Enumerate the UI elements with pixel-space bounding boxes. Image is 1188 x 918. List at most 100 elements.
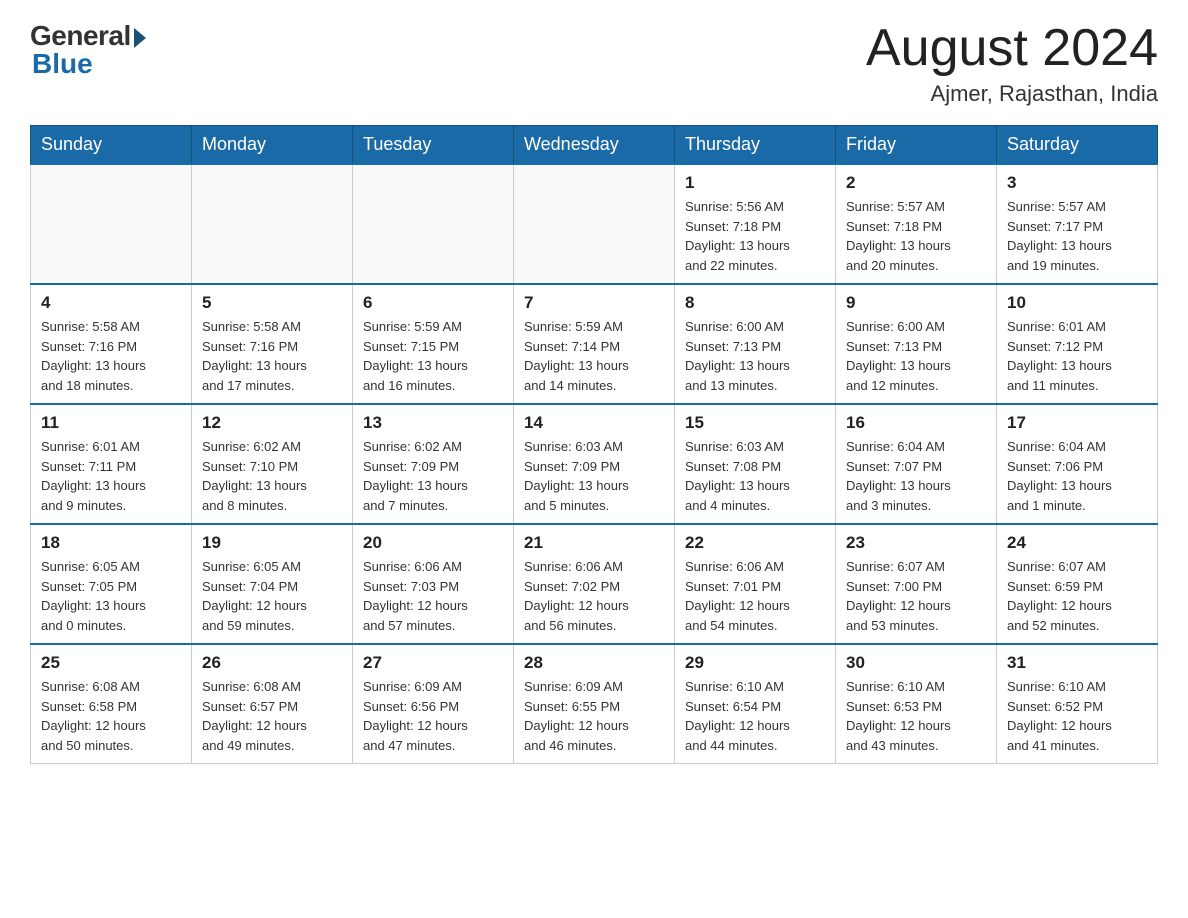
- calendar-cell: 5 Sunrise: 5:58 AMSunset: 7:16 PMDaylight…: [192, 284, 353, 404]
- day-info: Sunrise: 6:08 AMSunset: 6:57 PMDaylight:…: [202, 677, 342, 755]
- calendar-cell: 25 Sunrise: 6:08 AMSunset: 6:58 PMDayligh…: [31, 644, 192, 764]
- calendar-cell: 14Sunrise: 6:03 AMSunset: 7:09 PMDayligh…: [514, 404, 675, 524]
- calendar-cell: 1Sunrise: 5:56 AMSunset: 7:18 PMDaylight…: [675, 164, 836, 284]
- calendar-cell: 17 Sunrise: 6:04 AMSunset: 7:06 PMDayligh…: [997, 404, 1158, 524]
- week-row-4: 18 Sunrise: 6:05 AMSunset: 7:05 PMDayligh…: [31, 524, 1158, 644]
- day-number: 7: [524, 293, 664, 313]
- day-info: Sunrise: 5:57 AMSunset: 7:17 PMDaylight:…: [1007, 197, 1147, 275]
- day-info: Sunrise: 6:05 AMSunset: 7:04 PMDaylight:…: [202, 557, 342, 635]
- day-number: 29: [685, 653, 825, 673]
- calendar-cell: 26Sunrise: 6:08 AMSunset: 6:57 PMDayligh…: [192, 644, 353, 764]
- day-info: Sunrise: 6:02 AMSunset: 7:09 PMDaylight:…: [363, 437, 503, 515]
- calendar-cell: 9 Sunrise: 6:00 AMSunset: 7:13 PMDaylight…: [836, 284, 997, 404]
- calendar-cell: 10 Sunrise: 6:01 AMSunset: 7:12 PMDayligh…: [997, 284, 1158, 404]
- day-info: Sunrise: 5:57 AMSunset: 7:18 PMDaylight:…: [846, 197, 986, 275]
- day-info: Sunrise: 6:10 AMSunset: 6:52 PMDaylight:…: [1007, 677, 1147, 755]
- week-row-2: 4 Sunrise: 5:58 AMSunset: 7:16 PMDaylight…: [31, 284, 1158, 404]
- day-info: Sunrise: 6:02 AMSunset: 7:10 PMDaylight:…: [202, 437, 342, 515]
- calendar-cell: 3 Sunrise: 5:57 AMSunset: 7:17 PMDaylight…: [997, 164, 1158, 284]
- calendar-cell: 13 Sunrise: 6:02 AMSunset: 7:09 PMDayligh…: [353, 404, 514, 524]
- day-info: Sunrise: 6:03 AMSunset: 7:08 PMDaylight:…: [685, 437, 825, 515]
- calendar-cell: 31 Sunrise: 6:10 AMSunset: 6:52 PMDayligh…: [997, 644, 1158, 764]
- day-number: 5: [202, 293, 342, 313]
- col-wednesday: Wednesday: [514, 126, 675, 165]
- day-info: Sunrise: 6:06 AMSunset: 7:01 PMDaylight:…: [685, 557, 825, 635]
- calendar-cell: 11Sunrise: 6:01 AMSunset: 7:11 PMDayligh…: [31, 404, 192, 524]
- calendar-cell: 8Sunrise: 6:00 AMSunset: 7:13 PMDaylight…: [675, 284, 836, 404]
- day-number: 13: [363, 413, 503, 433]
- calendar-cell: 28Sunrise: 6:09 AMSunset: 6:55 PMDayligh…: [514, 644, 675, 764]
- day-number: 3: [1007, 173, 1147, 193]
- day-number: 17: [1007, 413, 1147, 433]
- col-friday: Friday: [836, 126, 997, 165]
- calendar-cell: 6Sunrise: 5:59 AMSunset: 7:15 PMDaylight…: [353, 284, 514, 404]
- calendar-cell: [514, 164, 675, 284]
- day-info: Sunrise: 5:59 AMSunset: 7:15 PMDaylight:…: [363, 317, 503, 395]
- day-number: 23: [846, 533, 986, 553]
- day-number: 10: [1007, 293, 1147, 313]
- page-header: General Blue August 2024 Ajmer, Rajastha…: [30, 20, 1158, 107]
- col-tuesday: Tuesday: [353, 126, 514, 165]
- day-info: Sunrise: 6:07 AMSunset: 7:00 PMDaylight:…: [846, 557, 986, 635]
- col-sunday: Sunday: [31, 126, 192, 165]
- logo-arrow-icon: [134, 28, 146, 48]
- day-info: Sunrise: 6:08 AMSunset: 6:58 PMDaylight:…: [41, 677, 181, 755]
- col-thursday: Thursday: [675, 126, 836, 165]
- day-number: 12: [202, 413, 342, 433]
- calendar-cell: 7 Sunrise: 5:59 AMSunset: 7:14 PMDaylight…: [514, 284, 675, 404]
- calendar-cell: 12 Sunrise: 6:02 AMSunset: 7:10 PMDayligh…: [192, 404, 353, 524]
- day-info: Sunrise: 6:04 AMSunset: 7:07 PMDaylight:…: [846, 437, 986, 515]
- day-number: 27: [363, 653, 503, 673]
- day-number: 22: [685, 533, 825, 553]
- calendar-cell: 20 Sunrise: 6:06 AMSunset: 7:03 PMDayligh…: [353, 524, 514, 644]
- calendar-cell: 27 Sunrise: 6:09 AMSunset: 6:56 PMDayligh…: [353, 644, 514, 764]
- day-info: Sunrise: 6:06 AMSunset: 7:02 PMDaylight:…: [524, 557, 664, 635]
- day-number: 9: [846, 293, 986, 313]
- day-info: Sunrise: 6:07 AMSunset: 6:59 PMDaylight:…: [1007, 557, 1147, 635]
- day-info: Sunrise: 5:59 AMSunset: 7:14 PMDaylight:…: [524, 317, 664, 395]
- day-number: 16: [846, 413, 986, 433]
- calendar-cell: 30 Sunrise: 6:10 AMSunset: 6:53 PMDayligh…: [836, 644, 997, 764]
- day-info: Sunrise: 6:06 AMSunset: 7:03 PMDaylight:…: [363, 557, 503, 635]
- day-number: 20: [363, 533, 503, 553]
- day-number: 19: [202, 533, 342, 553]
- week-row-1: 1Sunrise: 5:56 AMSunset: 7:18 PMDaylight…: [31, 164, 1158, 284]
- day-info: Sunrise: 6:04 AMSunset: 7:06 PMDaylight:…: [1007, 437, 1147, 515]
- day-info: Sunrise: 6:01 AMSunset: 7:12 PMDaylight:…: [1007, 317, 1147, 395]
- calendar-header-row: Sunday Monday Tuesday Wednesday Thursday…: [31, 126, 1158, 165]
- day-number: 8: [685, 293, 825, 313]
- title-block: August 2024 Ajmer, Rajasthan, India: [866, 20, 1158, 107]
- day-number: 31: [1007, 653, 1147, 673]
- logo-blue-text: Blue: [32, 48, 93, 80]
- calendar-cell: [353, 164, 514, 284]
- day-info: Sunrise: 6:05 AMSunset: 7:05 PMDaylight:…: [41, 557, 181, 635]
- col-monday: Monday: [192, 126, 353, 165]
- calendar-cell: 2Sunrise: 5:57 AMSunset: 7:18 PMDaylight…: [836, 164, 997, 284]
- day-info: Sunrise: 5:58 AMSunset: 7:16 PMDaylight:…: [202, 317, 342, 395]
- day-info: Sunrise: 6:00 AMSunset: 7:13 PMDaylight:…: [846, 317, 986, 395]
- calendar-cell: 21 Sunrise: 6:06 AMSunset: 7:02 PMDayligh…: [514, 524, 675, 644]
- calendar-cell: 15 Sunrise: 6:03 AMSunset: 7:08 PMDayligh…: [675, 404, 836, 524]
- day-info: Sunrise: 6:10 AMSunset: 6:53 PMDaylight:…: [846, 677, 986, 755]
- calendar-cell: 29 Sunrise: 6:10 AMSunset: 6:54 PMDayligh…: [675, 644, 836, 764]
- calendar-cell: 23 Sunrise: 6:07 AMSunset: 7:00 PMDayligh…: [836, 524, 997, 644]
- calendar-cell: 19 Sunrise: 6:05 AMSunset: 7:04 PMDayligh…: [192, 524, 353, 644]
- calendar-cell: 24 Sunrise: 6:07 AMSunset: 6:59 PMDayligh…: [997, 524, 1158, 644]
- day-number: 15: [685, 413, 825, 433]
- calendar-cell: 18 Sunrise: 6:05 AMSunset: 7:05 PMDayligh…: [31, 524, 192, 644]
- logo: General Blue: [30, 20, 146, 80]
- calendar-cell: 4 Sunrise: 5:58 AMSunset: 7:16 PMDaylight…: [31, 284, 192, 404]
- calendar-cell: 22 Sunrise: 6:06 AMSunset: 7:01 PMDayligh…: [675, 524, 836, 644]
- day-info: Sunrise: 5:58 AMSunset: 7:16 PMDaylight:…: [41, 317, 181, 395]
- day-info: Sunrise: 6:09 AMSunset: 6:56 PMDaylight:…: [363, 677, 503, 755]
- day-number: 24: [1007, 533, 1147, 553]
- week-row-3: 11Sunrise: 6:01 AMSunset: 7:11 PMDayligh…: [31, 404, 1158, 524]
- day-number: 18: [41, 533, 181, 553]
- day-number: 21: [524, 533, 664, 553]
- day-number: 4: [41, 293, 181, 313]
- day-number: 30: [846, 653, 986, 673]
- location-subtitle: Ajmer, Rajasthan, India: [866, 81, 1158, 107]
- day-info: Sunrise: 6:10 AMSunset: 6:54 PMDaylight:…: [685, 677, 825, 755]
- day-info: Sunrise: 6:01 AMSunset: 7:11 PMDaylight:…: [41, 437, 181, 515]
- day-number: 25: [41, 653, 181, 673]
